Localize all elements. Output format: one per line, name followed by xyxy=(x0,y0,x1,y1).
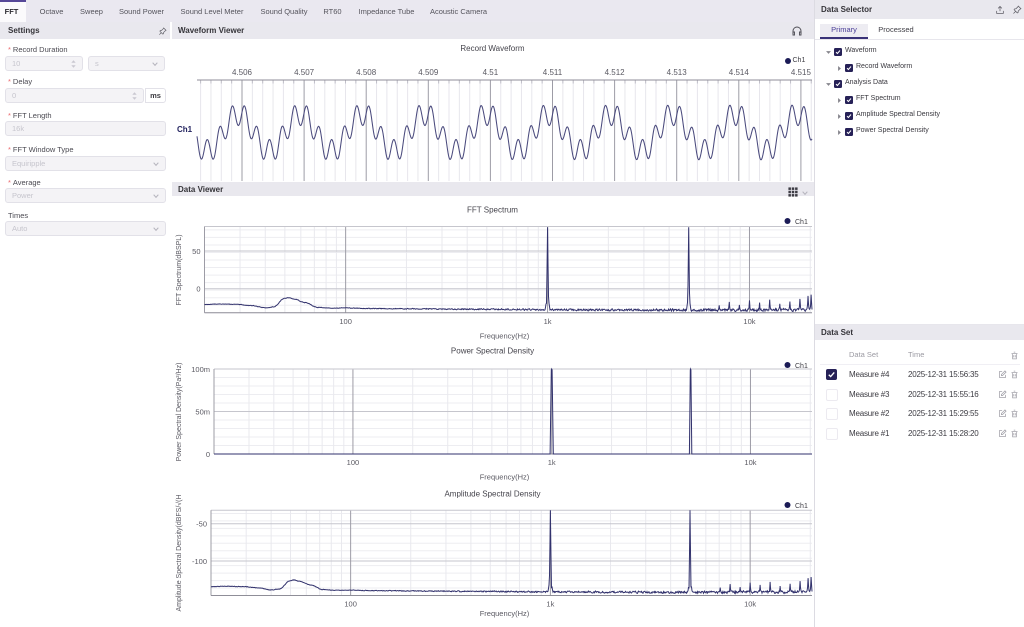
svg-text:1k: 1k xyxy=(548,458,556,467)
svg-text:4.509: 4.509 xyxy=(418,68,439,77)
svg-text:10k: 10k xyxy=(743,317,755,326)
svg-text:4.515: 4.515 xyxy=(791,68,812,77)
svg-text:Ch1: Ch1 xyxy=(795,503,808,510)
svg-text:4.506: 4.506 xyxy=(232,68,253,77)
svg-text:FFT Spectrum: FFT Spectrum xyxy=(467,206,518,215)
svg-text:100: 100 xyxy=(339,317,352,326)
svg-text:50: 50 xyxy=(192,247,200,256)
svg-text:50m: 50m xyxy=(195,408,210,417)
svg-text:4.513: 4.513 xyxy=(667,68,688,77)
svg-text:0: 0 xyxy=(196,285,200,294)
svg-text:10k: 10k xyxy=(744,600,756,609)
svg-text:-50: -50 xyxy=(196,520,207,529)
svg-text:Ch1: Ch1 xyxy=(795,219,808,226)
svg-text:4.511: 4.511 xyxy=(543,68,563,77)
svg-text:4.51: 4.51 xyxy=(483,68,499,77)
svg-text:100: 100 xyxy=(344,600,357,609)
svg-text:4.514: 4.514 xyxy=(729,68,750,77)
svg-text:Ch1: Ch1 xyxy=(795,363,808,370)
svg-text:4.508: 4.508 xyxy=(356,68,377,77)
svg-text:100m: 100m xyxy=(191,365,210,374)
svg-text:Amplitude Spectral Density(dBF: Amplitude Spectral Density(dBFS/√(H xyxy=(175,494,183,611)
svg-text:Power Spectral Density(Pa²/Hz): Power Spectral Density(Pa²/Hz) xyxy=(176,363,183,462)
svg-text:Amplitude Spectral Density: Amplitude Spectral Density xyxy=(444,490,540,499)
svg-text:-100: -100 xyxy=(192,557,207,566)
svg-text:FFT Spectrum(dBSPL): FFT Spectrum(dBSPL) xyxy=(176,234,183,305)
svg-text:0: 0 xyxy=(206,450,210,459)
svg-text:Frequency(Hz): Frequency(Hz) xyxy=(480,609,530,618)
svg-text:Frequency(Hz): Frequency(Hz) xyxy=(480,473,530,482)
svg-text:4.507: 4.507 xyxy=(294,68,315,77)
svg-text:1k: 1k xyxy=(546,600,554,609)
svg-text:Power Spectral Density: Power Spectral Density xyxy=(451,347,534,356)
svg-text:10k: 10k xyxy=(744,458,756,467)
svg-text:Frequency(Hz): Frequency(Hz) xyxy=(480,331,530,340)
svg-text:100: 100 xyxy=(347,458,360,467)
svg-text:1k: 1k xyxy=(544,317,552,326)
svg-text:4.512: 4.512 xyxy=(605,68,626,77)
